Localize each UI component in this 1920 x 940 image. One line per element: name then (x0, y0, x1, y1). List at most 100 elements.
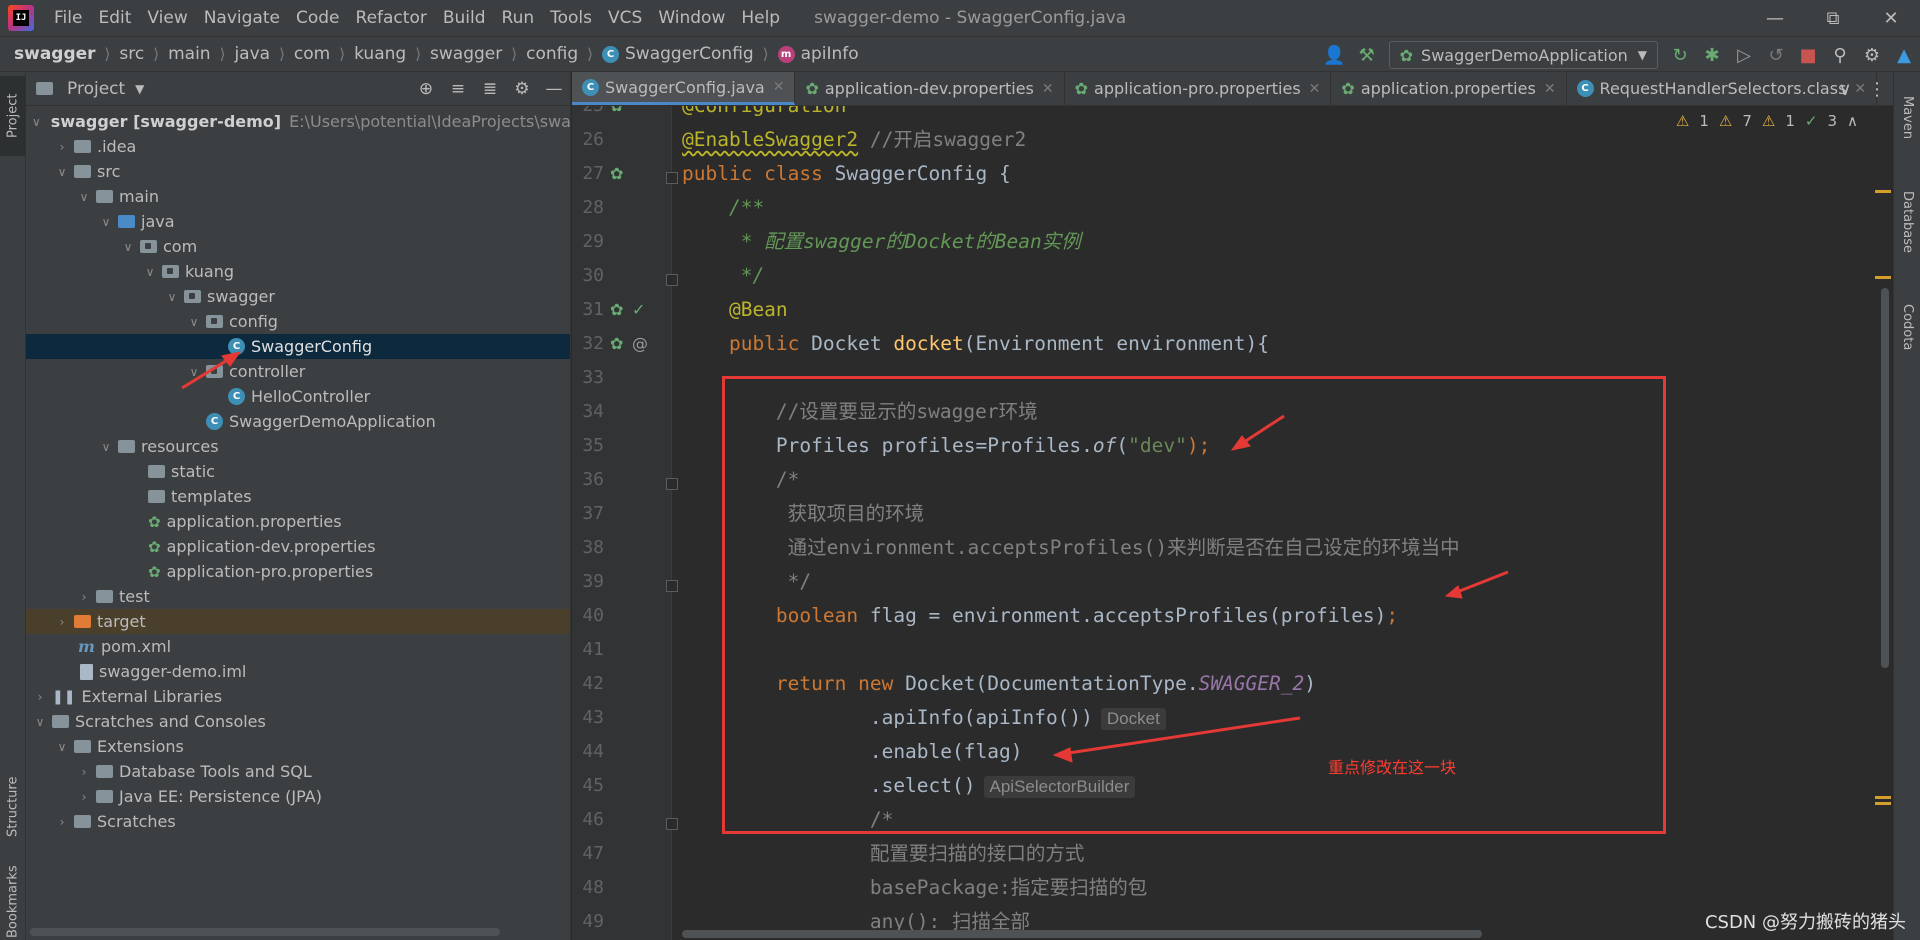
menu-edit[interactable]: Edit (90, 0, 139, 36)
chevron-down-icon[interactable]: ∨ (76, 190, 92, 204)
menu-tools[interactable]: Tools (542, 0, 600, 36)
menu-help[interactable]: Help (733, 0, 788, 36)
tree-item-database-tools[interactable]: › Database Tools and SQL (26, 759, 570, 784)
chevron-right-icon[interactable]: › (32, 690, 48, 704)
chevron-right-icon[interactable]: › (54, 140, 70, 154)
menu-run[interactable]: Run (494, 0, 543, 36)
chevron-down-icon[interactable]: ∨ (186, 365, 202, 379)
fold-marker-icon[interactable] (666, 172, 678, 184)
tree-item-static[interactable]: static (26, 459, 570, 484)
menu-code[interactable]: Code (288, 0, 348, 36)
breadcrumb-com[interactable]: com (294, 44, 330, 64)
fold-marker-icon[interactable] (666, 478, 678, 490)
tree-item-pom-xml[interactable]: m pom.xml (26, 634, 570, 659)
run-configuration-select[interactable]: ✿ SwaggerDemoApplication ▼ (1388, 41, 1658, 69)
close-icon[interactable]: ✕ (1862, 0, 1920, 36)
hide-icon[interactable]: — (538, 79, 570, 99)
tab-application-pro-properties[interactable]: ✿ application-pro.properties ✕ (1065, 72, 1332, 105)
gear-icon[interactable]: ⚙ (1856, 39, 1888, 71)
close-tab-icon[interactable]: ✕ (1544, 81, 1556, 97)
spring-bean-icon[interactable]: ✿ (610, 106, 623, 123)
tab-application-properties[interactable]: ✿ application.properties ✕ (1331, 72, 1567, 105)
spring-bean-icon[interactable]: ✿ (610, 293, 623, 327)
collapse-all-icon[interactable]: ≣ (474, 79, 506, 99)
codota-tool-tab[interactable]: Codota (1894, 282, 1920, 372)
tree-item-main[interactable]: ∨ main (26, 184, 570, 209)
navigate-bean-icon[interactable]: ✓ (632, 293, 645, 327)
toolbox-icon[interactable]: ▲ (1888, 39, 1920, 71)
tab-application-dev-properties[interactable]: ✿ application-dev.properties ✕ (795, 72, 1065, 105)
profile-icon[interactable]: ↺ (1760, 39, 1792, 71)
warning-marker[interactable] (1875, 796, 1891, 799)
hammer-build-icon[interactable]: ⚒ (1351, 39, 1383, 71)
chevron-down-icon[interactable]: ∨ (32, 715, 48, 729)
bookmarks-tool-tab[interactable]: Bookmarks (0, 864, 26, 940)
chevron-down-icon[interactable]: ∨ (98, 215, 114, 229)
tree-item-com[interactable]: ∨ com (26, 234, 570, 259)
tab-swaggerconfig-java[interactable]: C SwaggerConfig.java ✕ (572, 72, 796, 105)
stop-icon[interactable]: ■ (1792, 39, 1824, 71)
menu-window[interactable]: Window (650, 0, 733, 36)
tree-item-external-libraries[interactable]: › ❚❚ External Libraries (26, 684, 570, 709)
tree-item-java[interactable]: ∨ java (26, 209, 570, 234)
chevron-up-icon[interactable]: ∧ (1847, 112, 1858, 130)
spring-bean-icon[interactable]: ✿ (610, 327, 623, 361)
menu-file[interactable]: File (46, 0, 90, 36)
menu-refactor[interactable]: Refactor (348, 0, 435, 36)
menu-build[interactable]: Build (435, 0, 494, 36)
chevron-down-icon[interactable]: ▼ (135, 82, 144, 96)
structure-tool-tab[interactable]: Structure (0, 762, 26, 852)
coverage-icon[interactable]: ▷ (1728, 39, 1760, 71)
tree-item-swagger-demo-iml[interactable]: swagger-demo.iml (26, 659, 570, 684)
chevron-down-icon[interactable]: ∨ (164, 290, 180, 304)
tree-item-swaggerdemoapplication[interactable]: C SwaggerDemoApplication (26, 409, 570, 434)
chevron-down-icon[interactable]: ∨ (142, 265, 158, 279)
maven-tool-tab[interactable]: Maven (1894, 78, 1920, 158)
spring-bean-icon[interactable]: ✿ (610, 157, 623, 191)
tree-item-test[interactable]: › test (26, 584, 570, 609)
tree-item-extensions[interactable]: ∨ Extensions (26, 734, 570, 759)
expand-all-icon[interactable]: ≡ (442, 79, 474, 99)
restore-icon[interactable]: ⧉ (1804, 0, 1862, 36)
gear-icon[interactable]: ⚙ (506, 79, 538, 99)
project-view-selector[interactable]: Project (67, 79, 125, 99)
menu-navigate[interactable]: Navigate (196, 0, 288, 36)
chevron-right-icon[interactable]: › (76, 765, 92, 779)
breadcrumb-swaggerconfig[interactable]: C SwaggerConfig (602, 44, 754, 64)
inspection-widget[interactable]: ⚠1 ⚠7 ⚠1 ✓3 ∧ ∨ (1666, 112, 1879, 130)
warning-marker[interactable] (1875, 276, 1891, 279)
code-editor[interactable]: 25 26 27 28 29 30 31 32 33 34 35 36 37 3… (572, 106, 1893, 940)
tree-item-config[interactable]: ∨ config (26, 309, 570, 334)
close-tab-icon[interactable]: ✕ (1042, 81, 1054, 97)
error-stripe[interactable] (1869, 106, 1893, 940)
rerun-icon[interactable]: ↻ (1664, 39, 1696, 71)
tree-item-hellocontroller[interactable]: C HelloController (26, 384, 570, 409)
warning-marker[interactable] (1875, 190, 1891, 193)
breadcrumb-config[interactable]: config (526, 44, 578, 64)
chevron-down-icon[interactable]: ∨ (54, 740, 70, 754)
tree-item-src[interactable]: ∨ src (26, 159, 570, 184)
project-tool-tab[interactable]: Project (0, 76, 26, 156)
chevron-right-icon[interactable]: › (54, 815, 70, 829)
user-icon[interactable]: 👤 (1319, 39, 1351, 71)
fold-marker-icon[interactable] (666, 818, 678, 830)
editor-gutter[interactable]: 25 26 27 28 29 30 31 32 33 34 35 36 37 3… (572, 106, 678, 940)
tree-item-application-dev-properties[interactable]: ✿ application-dev.properties (26, 534, 570, 559)
tree-item-resources[interactable]: ∨ resources (26, 434, 570, 459)
locate-icon[interactable]: ⊕ (410, 79, 442, 99)
breadcrumb-swagger-package[interactable]: swagger (430, 44, 502, 64)
tree-item-target[interactable]: › target (26, 609, 570, 634)
fold-marker-icon[interactable] (666, 580, 678, 592)
chevron-down-icon[interactable]: ∨ (32, 115, 41, 129)
tree-item-swaggerconfig[interactable]: C SwaggerConfig (26, 334, 570, 359)
tree-item-java-ee-persistence[interactable]: › Java EE: Persistence (JPA) (26, 784, 570, 809)
chevron-right-icon[interactable]: › (76, 790, 92, 804)
debug-icon[interactable]: ✱ (1696, 39, 1728, 71)
close-tab-icon[interactable]: ✕ (773, 79, 785, 95)
horizontal-scrollbar[interactable] (682, 930, 1482, 938)
search-icon[interactable]: ⚲ (1824, 39, 1856, 71)
tree-item-application-pro-properties[interactable]: ✿ application-pro.properties (26, 559, 570, 584)
chevron-right-icon[interactable]: › (76, 590, 92, 604)
chevron-down-icon[interactable]: ∨ (1829, 73, 1861, 105)
tree-item-swagger-package[interactable]: ∨ swagger (26, 284, 570, 309)
